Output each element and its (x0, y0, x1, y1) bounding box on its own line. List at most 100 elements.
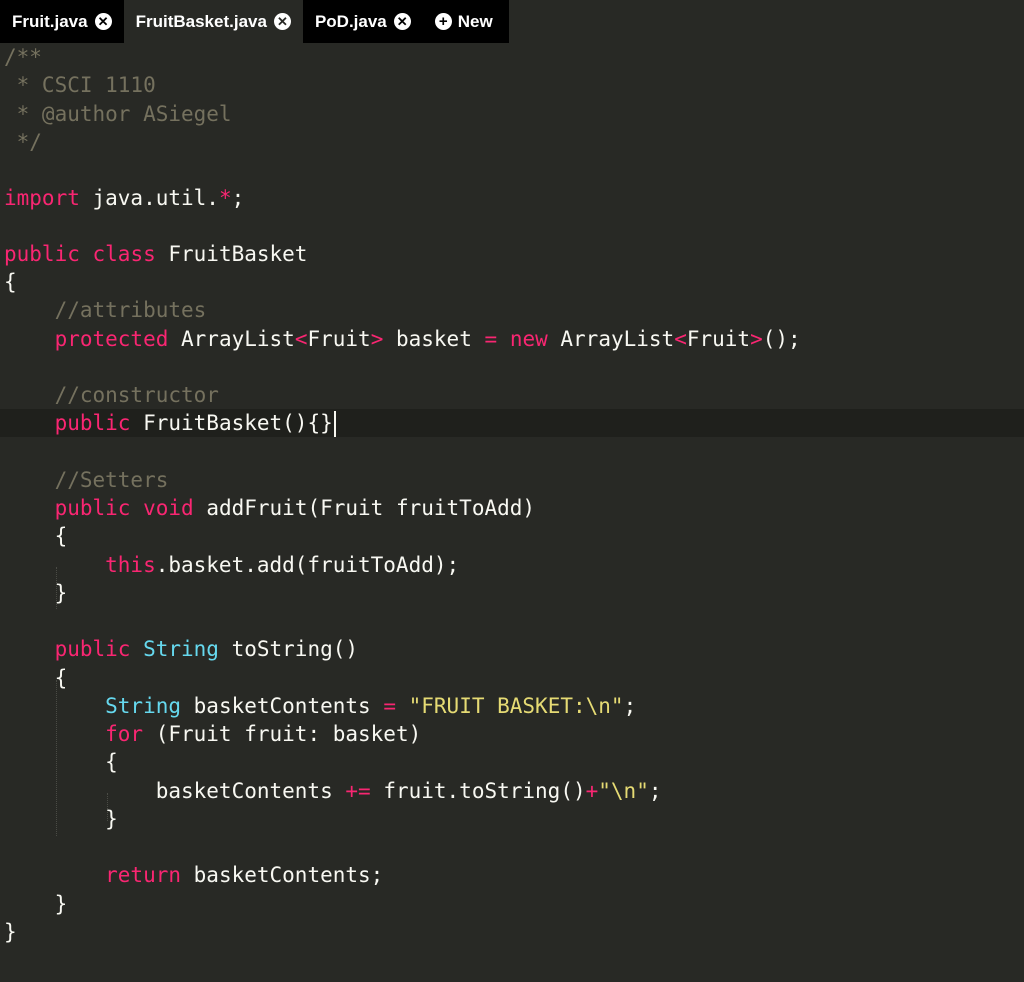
text-token: Fruit (307, 327, 371, 351)
text-token: Fruit (686, 327, 751, 351)
comment-token: //attributes (4, 298, 207, 322)
code-line-14-current: public FruitBasket(){} (0, 409, 1024, 437)
tab-label: Fruit.java (12, 11, 88, 31)
code-line-19: this.basket.add(fruitToAdd); (0, 551, 1024, 579)
new-tab-button[interactable]: + New (422, 0, 509, 43)
text-token: FruitBasket (155, 242, 308, 266)
tab-bar: Fruit.java ✕ FruitBasket.java ✕ PoD.java… (0, 0, 1024, 43)
string-token: "\n" (598, 779, 649, 803)
close-icon[interactable]: ✕ (393, 13, 411, 30)
code-line-25: for (Fruit fruit: basket) (0, 720, 1024, 748)
operator-token: > (370, 327, 384, 351)
code-editor[interactable]: /** * CSCI 1110 * @author ASiegel */ imp… (0, 43, 1024, 982)
operator-token: > (750, 327, 763, 351)
code-line-26: { (0, 748, 1024, 776)
text-token: toString() (218, 637, 359, 661)
text-token: addFruit(Fruit fruitToAdd) (193, 496, 536, 520)
close-icon[interactable]: ✕ (94, 13, 112, 30)
text-token: } (4, 920, 17, 944)
comment-token: */ (4, 130, 42, 154)
text-token: basketContents (4, 779, 346, 803)
new-tab-label: New (457, 11, 493, 31)
close-icon[interactable]: ✕ (273, 13, 291, 30)
text-token: { (4, 666, 68, 690)
text-token: .basket.add(fruitToAdd); (155, 553, 460, 577)
text-token: fruit.toString() (370, 779, 586, 803)
operator-token: < (294, 327, 308, 351)
code-line-32: } (0, 918, 1024, 946)
operator-token: = (383, 694, 396, 718)
operator-token: = (484, 327, 498, 351)
text-token: (Fruit fruit: basket) (143, 722, 422, 746)
tab-pod-java[interactable]: PoD.java ✕ (302, 0, 423, 43)
code-line-30: return basketContents; (0, 861, 1024, 889)
keyword-token: this (4, 553, 156, 577)
keyword-token: for (4, 722, 144, 746)
code-line-24: String basketContents = "FRUIT BASKET:\n… (0, 692, 1024, 720)
tabbar-empty-area (508, 0, 1024, 43)
text-token: FruitBasket(){} (130, 411, 333, 435)
text-token: ; (231, 186, 245, 210)
comment-token: * CSCI 1110 (4, 73, 156, 97)
tab-label: FruitBasket.java (135, 11, 267, 31)
keyword-token: import (4, 186, 80, 210)
keyword-token: void (143, 496, 194, 520)
code-line-16: //Setters (0, 466, 1024, 494)
code-line-28: } (0, 805, 1024, 833)
code-line-2: * CSCI 1110 (0, 71, 1024, 99)
operator-token: + (585, 779, 599, 803)
code-line-8: public class FruitBasket (0, 240, 1024, 268)
code-line-3: * @author ASiegel (0, 100, 1024, 128)
text-token: { (4, 270, 17, 294)
keyword-token: public (4, 411, 131, 435)
code-line-6: import java.util.*; (0, 184, 1024, 212)
comment-token: //constructor (4, 383, 219, 407)
keyword-token: new (509, 327, 548, 351)
text-token: ArrayList (547, 327, 675, 351)
comment-token: //Setters (4, 468, 169, 492)
keyword-token: protected (4, 327, 169, 351)
keyword-token: return (4, 863, 182, 887)
keyword-token: class (92, 242, 156, 266)
comment-token: /** (4, 45, 42, 69)
text-token: basket (383, 327, 485, 351)
code-line-17: public void addFruit(Fruit fruitToAdd) (0, 494, 1024, 522)
code-line-10: //attributes (0, 296, 1024, 324)
code-line-11: protected ArrayList<Fruit> basket = new … (0, 325, 1024, 353)
code-line-9: { (0, 268, 1024, 296)
comment-token: * @author ASiegel (4, 102, 232, 126)
tab-fruitbasket-java[interactable]: FruitBasket.java ✕ (123, 0, 303, 43)
text-token: basketContents (181, 694, 384, 718)
code-line-13: //constructor (0, 381, 1024, 409)
code-line-20: } (0, 579, 1024, 607)
text-token: } (4, 807, 118, 831)
code-line-27: basketContents += fruit.toString()+"\n"; (0, 777, 1024, 805)
text-token: ArrayList (168, 327, 295, 351)
text-token: { (4, 750, 118, 774)
text-token: basketContents; (181, 863, 384, 887)
type-token: String (4, 694, 182, 718)
plus-icon: + (434, 13, 452, 30)
tab-fruit-java[interactable]: Fruit.java ✕ (0, 0, 124, 43)
text-cursor (333, 411, 336, 437)
code-line-1: /** (0, 43, 1024, 71)
text-token: } (4, 581, 68, 605)
keyword-token: public (4, 496, 131, 520)
string-token: "FRUIT BASKET:\n" (408, 694, 624, 718)
type-token: String (143, 637, 219, 661)
code-line-18: { (0, 522, 1024, 550)
text-token: (); (762, 327, 801, 351)
code-line-31: } (0, 890, 1024, 918)
code-line-22: public String toString() (0, 635, 1024, 663)
code-line-23: { (0, 664, 1024, 692)
tab-label: PoD.java (314, 11, 387, 31)
code-line-4: */ (0, 128, 1024, 156)
operator-token: * (218, 186, 232, 210)
text-token: } (4, 892, 68, 916)
text-token: { (4, 524, 68, 548)
keyword-token: public (4, 637, 131, 661)
text-token: ; (648, 779, 662, 803)
keyword-token: public (4, 242, 80, 266)
text-token: ; (623, 694, 637, 718)
text-token: java.util. (79, 186, 219, 210)
